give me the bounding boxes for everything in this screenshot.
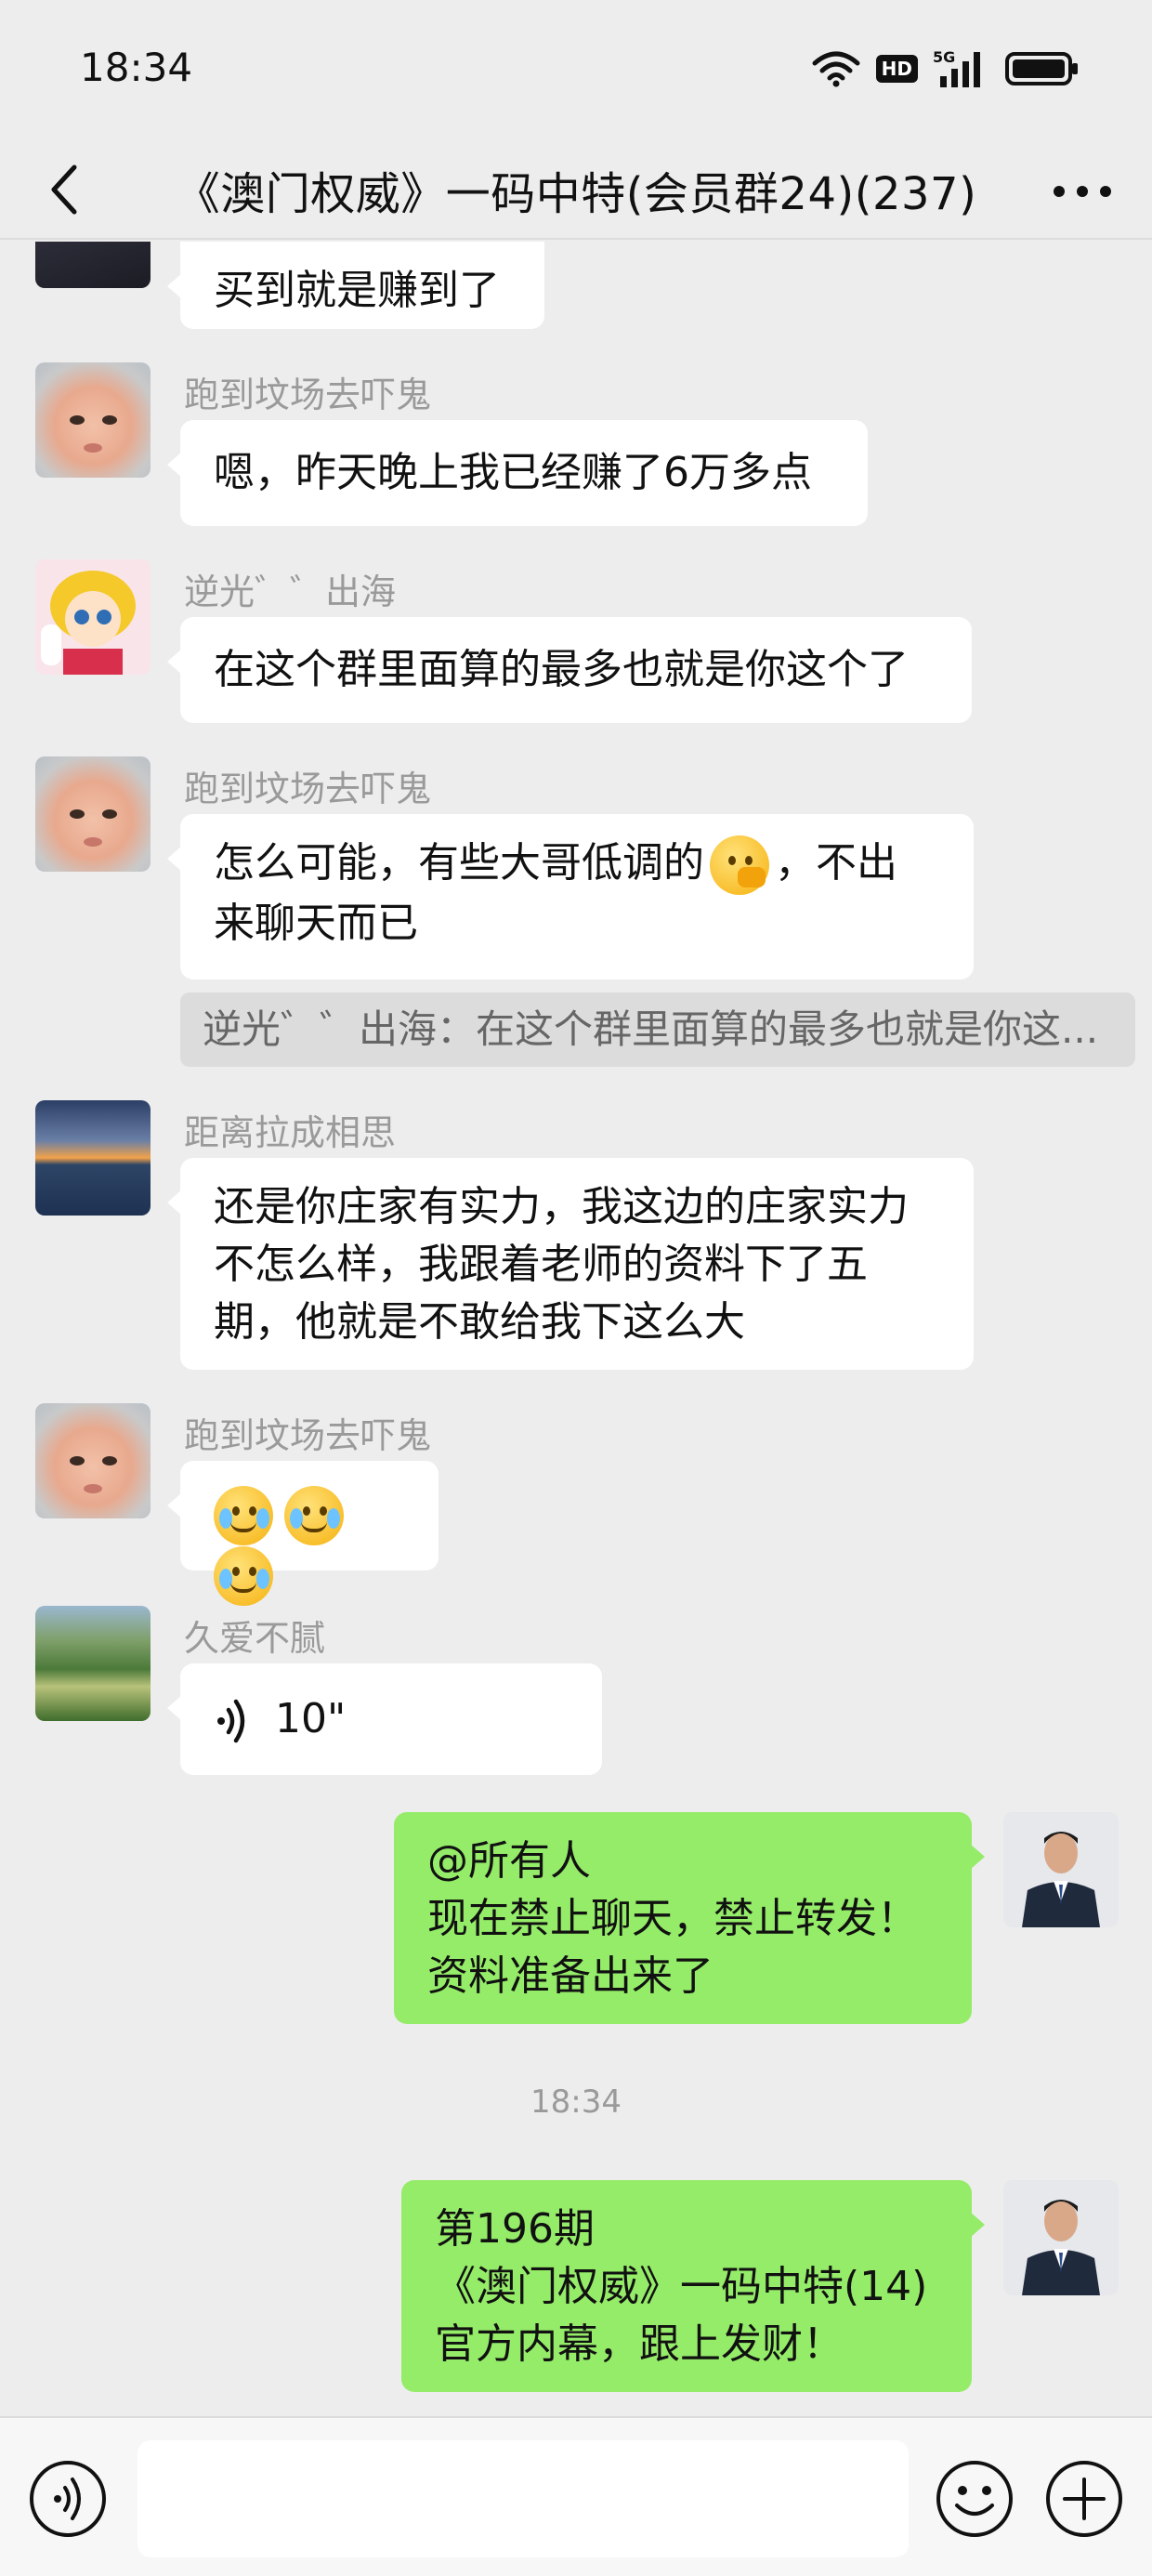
avatar[interactable]: [35, 362, 151, 478]
emoji-icon: [936, 2461, 1013, 2537]
signal-icon: 5G: [933, 48, 990, 89]
avatar[interactable]: [35, 1403, 151, 1518]
message-bubble-self[interactable]: 第196期 《澳门权威》一码中特(14) 官方内幕，跟上发财！: [401, 2180, 985, 2392]
voice-mode-button[interactable]: [28, 2459, 108, 2539]
sender-name: 距离拉成相思: [184, 1112, 397, 1153]
face-crying-icon: [214, 1486, 273, 1545]
plus-icon: [1046, 2461, 1122, 2537]
cartoon-girl-avatar-image: [35, 559, 151, 675]
battery-icon: [1005, 50, 1080, 87]
hd-badge: HD: [875, 55, 918, 83]
message-text-line: 期，他就是不敢给我下这么大: [214, 1298, 745, 1346]
avatar[interactable]: [35, 756, 151, 872]
message-bubble-self[interactable]: @所有人 现在禁止聊天，禁止转发！ 资料准备出来了: [394, 1812, 985, 2024]
baby-avatar-image: [70, 1456, 117, 1493]
more-button[interactable]: [1050, 164, 1115, 219]
baby-avatar-image: [70, 809, 117, 847]
face-crying-icon: [214, 1546, 273, 1606]
man-in-suit-avatar-image: [1003, 1812, 1119, 1927]
plus-button[interactable]: [1044, 2459, 1124, 2539]
message-text-line: 第196期: [435, 2205, 595, 2253]
message-text: 买到就是赚到了: [214, 267, 500, 314]
message-text-line: 现在禁止聊天，禁止转发！: [427, 1895, 918, 1942]
input-bar: [0, 2416, 1152, 2576]
avatar[interactable]: [35, 242, 151, 288]
avatar[interactable]: [35, 559, 151, 675]
message-text: ，不出: [775, 839, 897, 887]
message-text: 在这个群里面算的最多也就是你这个了: [214, 646, 909, 693]
message-text-line: @所有人: [427, 1837, 591, 1885]
svg-text:5G: 5G: [933, 48, 955, 66]
status-time: 18:34: [80, 45, 193, 90]
avatar-self[interactable]: [1003, 1812, 1119, 1927]
chat-title: 《澳门权威》一码中特(会员群24)(237): [175, 168, 977, 220]
sender-name: 逆光゛゛出海: [184, 572, 397, 612]
sender-name: 久爱不腻: [184, 1618, 326, 1659]
quoted-message[interactable]: 逆光゛゛出海：在这个群里面算的最多也就是你这...: [180, 992, 1135, 1067]
voice-wave-icon: [217, 1699, 245, 1743]
avatar-self[interactable]: [1003, 2180, 1119, 2295]
chat-area[interactable]: 买到就是赚到了 跑到坟场去吓鬼 嗯，昨天晚上我已经赚了6万多点 逆光゛゛出海 在…: [0, 242, 1152, 2416]
thinking-face-icon: [710, 835, 769, 895]
message-text: 来聊天而已: [214, 900, 418, 947]
message-bubble[interactable]: 怎么可能，有些大哥低调的 ，不出 来聊天而已: [167, 814, 974, 979]
timestamp: 18:34: [530, 2083, 622, 2121]
face-crying-icon: [284, 1486, 344, 1545]
message-input[interactable]: [137, 2440, 909, 2557]
message-bubble[interactable]: 嗯，昨天晚上我已经赚了6万多点: [167, 420, 868, 526]
emoji-button[interactable]: [935, 2459, 1015, 2539]
more-dots-icon: [1054, 186, 1111, 197]
message-text-line: 不怎么样，我跟着老师的资料下了五: [214, 1241, 868, 1288]
message-text-line: 官方内幕，跟上发财！: [435, 2320, 844, 2368]
message-bubble[interactable]: 买到就是赚到了: [167, 242, 544, 329]
voice-message-bubble[interactable]: 10": [167, 1663, 602, 1775]
message-bubble[interactable]: [167, 1461, 439, 1606]
avatar[interactable]: [35, 1606, 151, 1721]
voice-duration: 10": [275, 1695, 347, 1742]
sender-name: 跑到坟场去吓鬼: [184, 1415, 432, 1456]
voice-mode-icon: [30, 2461, 106, 2537]
message-text-line: 《澳门权威》一码中特(14): [435, 2263, 928, 2310]
message-text: 怎么可能，有些大哥低调的: [214, 839, 704, 887]
man-in-suit-avatar-image: [1003, 2180, 1119, 2295]
message-text-line: 还是你庄家有实力，我这边的庄家实力: [214, 1183, 909, 1230]
message-bubble[interactable]: 在这个群里面算的最多也就是你这个了: [167, 617, 972, 723]
sender-name: 跑到坟场去吓鬼: [184, 375, 432, 415]
baby-avatar-image: [70, 415, 117, 453]
status-bar: 18:34 HD 5G: [0, 0, 1152, 139]
message-text-line: 资料准备出来了: [427, 1952, 713, 2000]
message-bubble[interactable]: 还是你庄家有实力，我这边的庄家实力 不怎么样，我跟着老师的资料下了五 期，他就是…: [167, 1158, 974, 1370]
quote-text: 逆光゛゛出海：在这个群里面算的最多也就是你这...: [203, 1006, 1099, 1052]
avatar[interactable]: [35, 1100, 151, 1216]
status-icons: HD 5G: [811, 48, 1080, 89]
wifi-icon: [811, 50, 861, 87]
sender-name: 跑到坟场去吓鬼: [184, 769, 432, 809]
message-text: 嗯，昨天晚上我已经赚了6万多点: [214, 449, 812, 496]
nav-bar: 《澳门权威》一码中特(会员群24)(237): [0, 139, 1152, 240]
